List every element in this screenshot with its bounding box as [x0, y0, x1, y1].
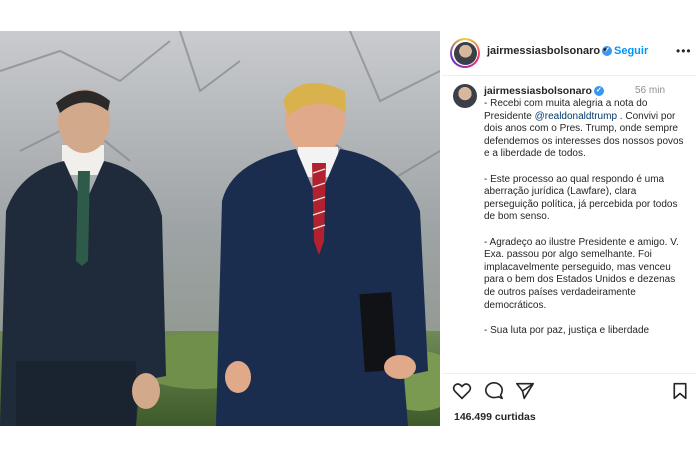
caption-paragraph: - Sua luta por paz, justiça e liberdade	[484, 324, 650, 336]
share-icon[interactable]	[515, 382, 535, 400]
mention-link[interactable]: @realdonaldtrump	[535, 111, 617, 122]
caption-username[interactable]: jairmessiasbolsonaro ✓	[484, 85, 604, 97]
post-timestamp: 56 min	[635, 85, 666, 96]
avatar-frame	[452, 40, 478, 66]
caption-area: jairmessiasbolsonaro ✓ 56 min - Recebi co…	[442, 76, 696, 373]
comment-icon[interactable]	[484, 382, 504, 400]
header-username[interactable]: jairmessiasbolsonaro ✓	[487, 45, 613, 57]
heart-icon[interactable]	[452, 382, 472, 400]
verified-badge-icon: ✓	[593, 86, 604, 97]
bookmark-icon[interactable]	[672, 382, 688, 400]
username-text[interactable]: jairmessiasbolsonaro	[487, 45, 600, 57]
post-side-panel: jairmessiasbolsonaro ✓ • Seguir ••• jairm…	[442, 31, 696, 426]
follow-button[interactable]: Seguir	[614, 45, 648, 57]
avatar	[453, 41, 477, 65]
more-options-icon[interactable]: •••	[676, 44, 692, 58]
caption-username-text[interactable]: jairmessiasbolsonaro	[484, 85, 592, 97]
post-header: jairmessiasbolsonaro ✓ • Seguir •••	[442, 31, 696, 76]
post-photo-illustration	[0, 31, 440, 426]
caption-fade	[442, 349, 696, 373]
action-bar	[442, 373, 696, 404]
caption-avatar[interactable]	[453, 84, 477, 108]
likes-count[interactable]: 146.499 curtidas	[454, 411, 536, 423]
caption-paragraph: - Agradeço ao ilustre Presidente e amigo…	[484, 236, 679, 311]
caption-text: - Recebi com muita alegria a nota do Pre…	[484, 98, 689, 350]
caption-paragraph: - Este processo ao qual respondo é uma a…	[484, 173, 678, 223]
story-ring[interactable]	[450, 38, 480, 68]
caption-paragraph: - Recebi com muita alegria a nota do Pre…	[484, 98, 689, 161]
post-photo[interactable]	[0, 31, 440, 426]
separator-dot: •	[603, 44, 607, 56]
